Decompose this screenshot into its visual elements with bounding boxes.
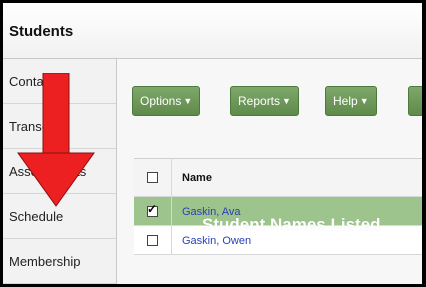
- row-checkbox-cell: [134, 226, 172, 254]
- select-all-cell: [134, 159, 172, 196]
- reports-button-label: Reports: [238, 94, 281, 108]
- annotation-label: Student Names Listed: [202, 215, 381, 234]
- reports-button[interactable]: Reports ▼: [230, 86, 299, 116]
- help-button[interactable]: Help ▼: [325, 86, 377, 116]
- more-button[interactable]: [408, 86, 422, 116]
- checkmark-icon: ✓: [147, 201, 158, 216]
- red-arrow-icon: [17, 73, 95, 207]
- page-header: Students: [3, 3, 422, 59]
- name-column-header[interactable]: Name: [172, 172, 212, 184]
- student-name-link[interactable]: Gaskin, Owen: [182, 235, 251, 247]
- row-checkbox[interactable]: ✓: [147, 202, 158, 217]
- caret-down-icon: ▼: [183, 96, 193, 106]
- caret-down-icon: ▼: [282, 96, 291, 106]
- page-title: Students: [9, 23, 74, 40]
- students-table: Name ✓ Gaskin, Ava Gaskin, Owen: [134, 158, 422, 255]
- row-checkbox[interactable]: [147, 234, 158, 246]
- sidebar-item-label: Membership: [9, 253, 81, 269]
- sidebar-item-membership[interactable]: Membership: [3, 239, 116, 284]
- table-header-row: Name: [134, 159, 422, 197]
- select-all-checkbox[interactable]: [147, 172, 158, 183]
- app-window: Students Contact Transcript Assessments …: [0, 0, 426, 287]
- toolbar: Options ▼ Reports ▼ Help ▼: [117, 59, 422, 147]
- row-checkbox-cell: ✓: [134, 197, 172, 225]
- caret-down-icon: ▼: [359, 96, 369, 106]
- help-button-label: Help: [333, 94, 358, 108]
- student-name-cell: Gaskin, Owen: [172, 233, 251, 247]
- options-button-label: Options: [140, 94, 182, 108]
- sidebar-item-label: Schedule: [9, 208, 64, 224]
- main-panel: Options ▼ Reports ▼ Help ▼ Name ✓ Gaskin…: [117, 59, 422, 284]
- options-button[interactable]: Options ▼: [132, 86, 201, 116]
